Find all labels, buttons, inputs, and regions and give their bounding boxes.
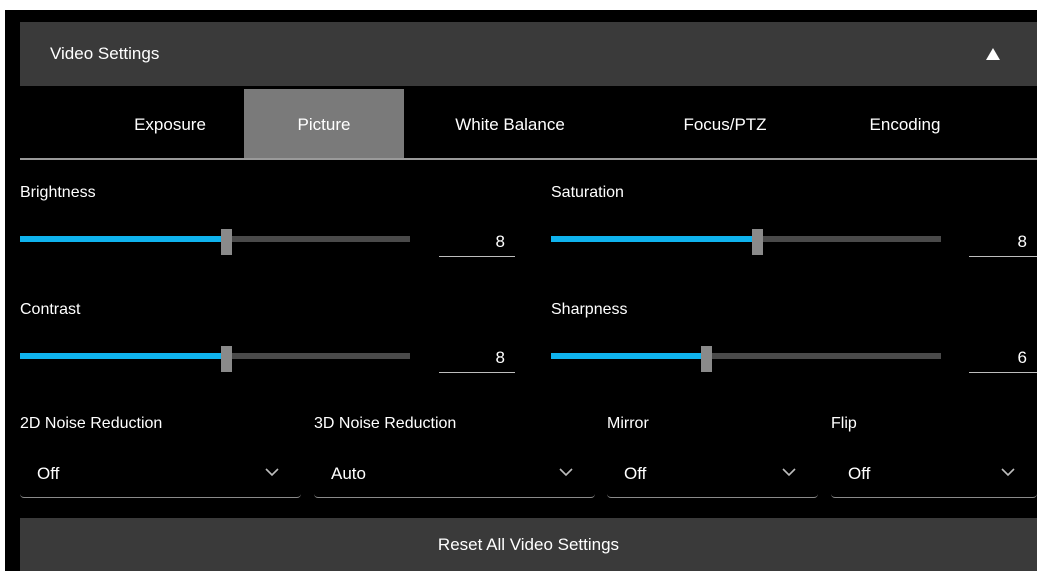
chevron-down-icon [265, 468, 279, 477]
tab-white-balance[interactable]: White Balance [420, 89, 600, 158]
saturation-label: Saturation [551, 184, 624, 201]
brightness-slider[interactable] [20, 229, 410, 255]
noise-2d-select[interactable]: Off [20, 454, 301, 498]
tab-underline [20, 158, 1037, 160]
tab-picture[interactable]: Picture [244, 89, 404, 158]
flip-label: Flip [831, 415, 857, 432]
sharpness-label: Sharpness [551, 301, 628, 318]
tab-encoding[interactable]: Encoding [830, 89, 980, 158]
tab-exposure[interactable]: Exposure [90, 89, 250, 158]
slider-thumb[interactable] [701, 346, 712, 372]
brightness-value-input[interactable]: 8 [439, 227, 515, 257]
mirror-value: Off [624, 464, 647, 483]
triangle-up-icon[interactable] [986, 48, 1000, 60]
contrast-label: Contrast [20, 301, 81, 318]
video-settings-panel: Video Settings Exposure Picture White Ba… [5, 10, 1037, 571]
slider-thumb[interactable] [220, 229, 232, 255]
slider-fill [551, 236, 758, 242]
flip-value: Off [848, 464, 871, 483]
sharpness-value-input[interactable]: 6 [969, 343, 1037, 373]
reset-all-button[interactable]: Reset All Video Settings [20, 518, 1037, 571]
noise-3d-select[interactable]: Auto [314, 454, 595, 498]
noise-2d-label: 2D Noise Reduction [20, 415, 163, 432]
mirror-label: Mirror [607, 415, 649, 432]
mirror-select[interactable]: Off [607, 454, 818, 498]
contrast-value-input[interactable]: 8 [439, 343, 515, 373]
chevron-down-icon [559, 468, 573, 477]
panel-title: Video Settings [50, 44, 160, 63]
saturation-value-input[interactable]: 8 [969, 227, 1037, 257]
tab-focus-ptz[interactable]: Focus/PTZ [650, 89, 800, 158]
slider-thumb[interactable] [751, 229, 763, 255]
contrast-slider[interactable] [20, 346, 410, 372]
slider-thumb[interactable] [220, 346, 232, 372]
brightness-label: Brightness [20, 184, 96, 201]
noise-2d-value: Off [37, 464, 60, 483]
chevron-down-icon [1001, 468, 1015, 477]
slider-fill [20, 353, 227, 359]
slider-fill [551, 353, 707, 359]
slider-fill [20, 236, 227, 242]
video-settings-header[interactable]: Video Settings [20, 22, 1037, 86]
saturation-slider[interactable] [551, 229, 941, 255]
chevron-down-icon [782, 468, 796, 477]
flip-select[interactable]: Off [831, 454, 1037, 498]
sharpness-slider[interactable] [551, 346, 941, 372]
tab-bar: Exposure Picture White Balance Focus/PTZ… [20, 89, 1037, 158]
noise-3d-label: 3D Noise Reduction [314, 415, 457, 432]
noise-3d-value: Auto [331, 464, 366, 483]
